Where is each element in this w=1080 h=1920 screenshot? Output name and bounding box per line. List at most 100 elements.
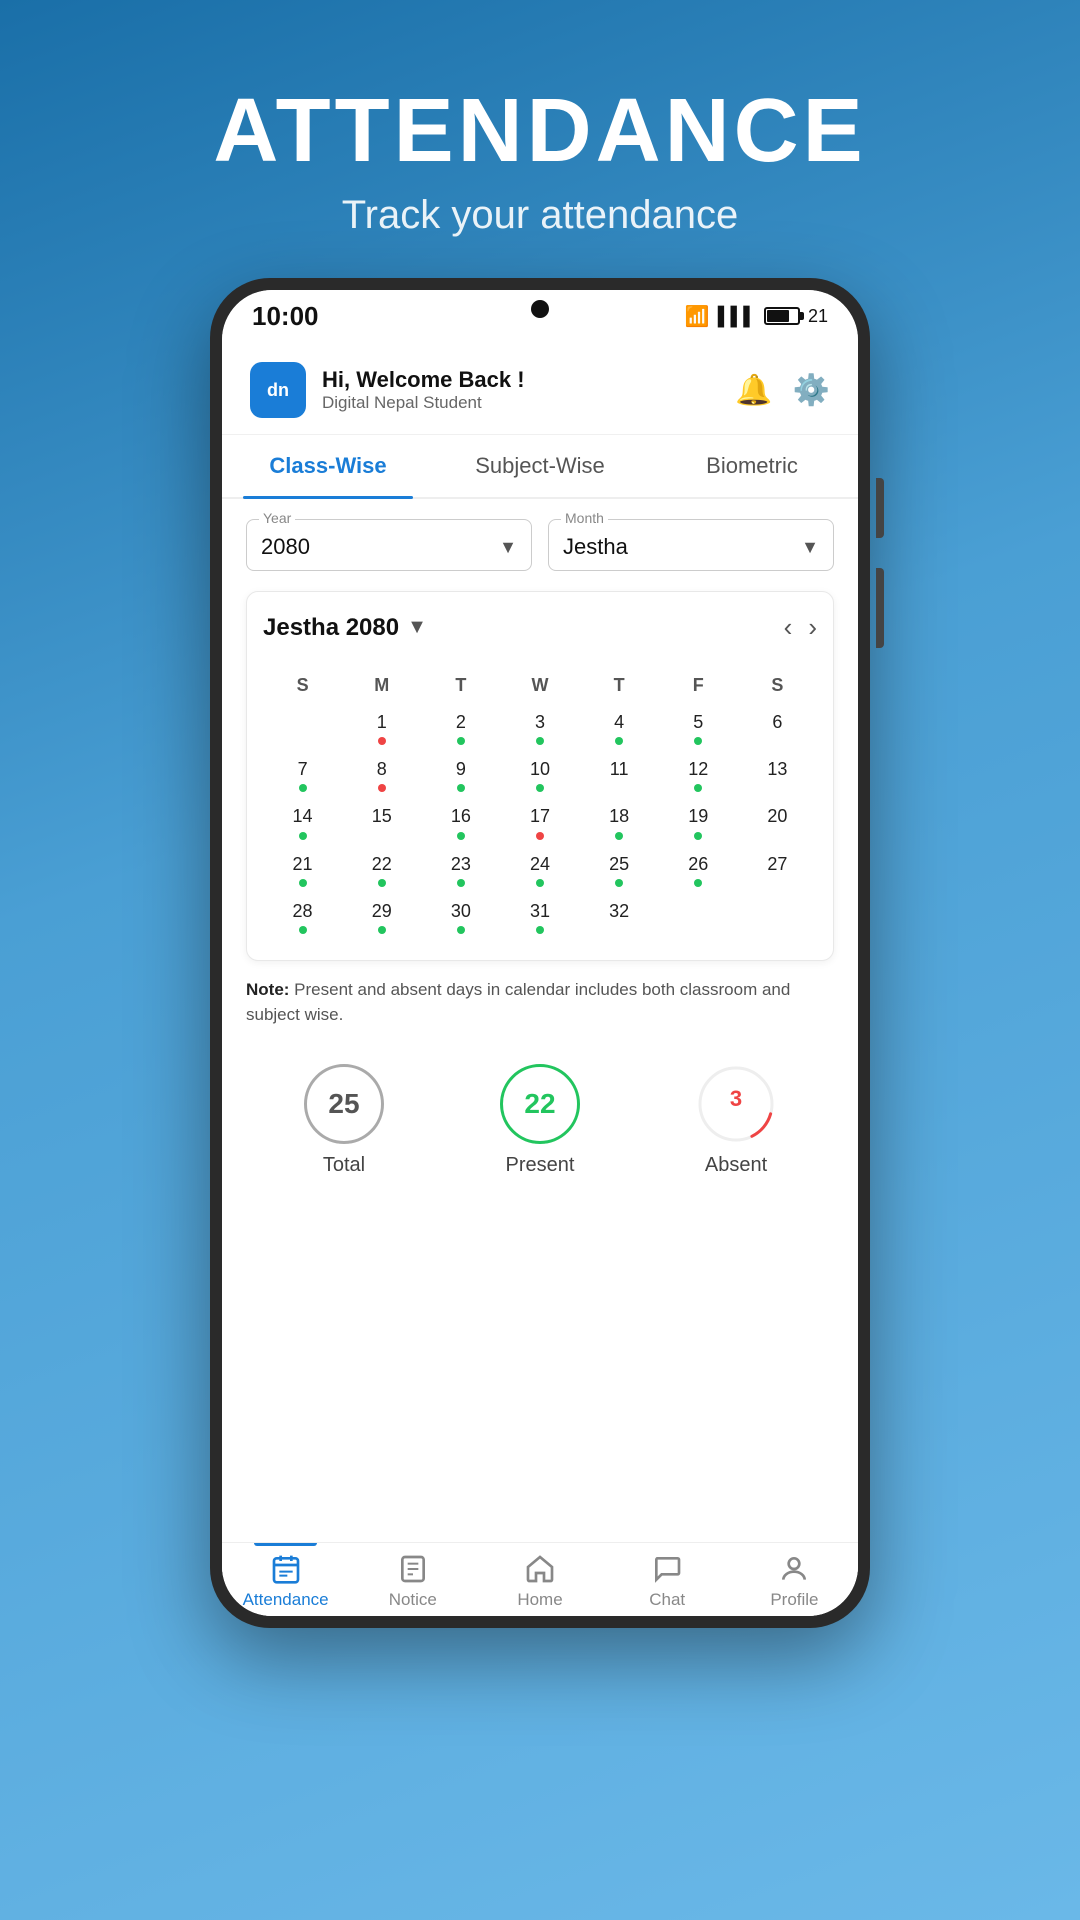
header-greeting: Hi, Welcome Back ! <box>322 367 525 393</box>
table-row[interactable]: 16 <box>421 798 500 845</box>
table-row <box>263 704 342 751</box>
nav-attendance[interactable]: Attendance <box>222 1553 349 1610</box>
nav-profile[interactable]: Profile <box>731 1553 858 1610</box>
table-row[interactable]: 5 <box>659 704 738 751</box>
table-row: 6 <box>738 704 817 751</box>
table-row[interactable]: 21 <box>263 846 342 893</box>
calendar-prev-button[interactable]: ‹ <box>784 612 793 643</box>
dropdowns-row: Year 2080 ▼ Month Jestha ▼ <box>246 519 834 571</box>
table-row[interactable]: 17 <box>500 798 579 845</box>
home-icon <box>524 1553 556 1585</box>
page-subtitle: Track your attendance <box>213 193 866 238</box>
calendar-next-button[interactable]: › <box>808 612 817 643</box>
table-row[interactable]: 31 <box>500 893 579 940</box>
table-row: 32 <box>580 893 659 940</box>
table-row[interactable]: 28 <box>263 893 342 940</box>
month-value: Jestha ▼ <box>563 534 819 560</box>
calendar-grid: S M T W T F S 1 2 3 4 <box>263 667 817 940</box>
table-row[interactable]: 19 <box>659 798 738 845</box>
table-row[interactable]: 9 <box>421 751 500 798</box>
total-value: 25 <box>328 1088 359 1120</box>
month-dropdown[interactable]: Month Jestha ▼ <box>548 519 834 571</box>
stats-row: 25 Total 22 Present <box>246 1048 834 1193</box>
bottom-nav: Attendance Notice <box>222 1542 858 1616</box>
year-dropdown[interactable]: Year 2080 ▼ <box>246 519 532 571</box>
table-row[interactable]: 2 <box>421 704 500 751</box>
phone-shell: 10:00 📶 ▌▌▌ 21 dn <box>210 278 870 1628</box>
tab-subject-wise[interactable]: Subject-Wise <box>434 435 646 497</box>
attendance-icon <box>270 1553 302 1585</box>
note-prefix: Note: <box>246 980 289 999</box>
battery-icon <box>764 307 800 325</box>
table-row[interactable]: 23 <box>421 846 500 893</box>
cal-header-w: W <box>500 667 579 704</box>
logo-text: dn <box>267 380 289 401</box>
table-row[interactable]: 25 <box>580 846 659 893</box>
table-row[interactable]: 7 <box>263 751 342 798</box>
table-row <box>738 893 817 940</box>
nav-chat[interactable]: Chat <box>604 1553 731 1610</box>
total-circle: 25 <box>304 1064 384 1144</box>
notice-icon <box>397 1553 429 1585</box>
table-row[interactable]: 26 <box>659 846 738 893</box>
nav-notice-label: Notice <box>389 1590 437 1610</box>
table-row[interactable]: 8 <box>342 751 421 798</box>
nav-active-bar <box>254 1543 318 1546</box>
cal-header-m: M <box>342 667 421 704</box>
month-label: Month <box>561 510 608 526</box>
svg-text:3: 3 <box>730 1086 742 1111</box>
table-row: 27 <box>738 846 817 893</box>
stat-present: 22 Present <box>500 1064 580 1177</box>
scroll-area: Year 2080 ▼ Month Jestha ▼ <box>222 499 858 1542</box>
table-row[interactable]: 1 <box>342 704 421 751</box>
absent-label: Absent <box>705 1154 767 1177</box>
phone-side-button <box>876 478 884 538</box>
stat-total: 25 Total <box>304 1064 384 1177</box>
signal-icon: ▌▌▌ <box>718 306 756 327</box>
nav-attendance-label: Attendance <box>243 1590 329 1610</box>
table-row[interactable]: 14 <box>263 798 342 845</box>
tab-class-wise[interactable]: Class-Wise <box>222 435 434 497</box>
wifi-icon: 📶 <box>685 304 710 329</box>
table-row[interactable]: 12 <box>659 751 738 798</box>
year-label: Year <box>259 510 295 526</box>
settings-icon[interactable]: ⚙️ <box>793 373 830 408</box>
table-row[interactable]: 18 <box>580 798 659 845</box>
month-arrow-icon: ▼ <box>801 537 819 558</box>
nav-home[interactable]: Home <box>476 1553 603 1610</box>
nav-home-label: Home <box>517 1590 562 1610</box>
nav-profile-label: Profile <box>770 1590 818 1610</box>
table-row[interactable]: 22 <box>342 846 421 893</box>
absent-circle: 3 <box>696 1064 776 1144</box>
calendar-dropdown-icon[interactable]: ▼ <box>407 616 427 639</box>
table-row[interactable]: 4 <box>580 704 659 751</box>
cal-header-f: F <box>659 667 738 704</box>
page-header: ATTENDANCE Track your attendance <box>213 0 866 238</box>
table-row[interactable]: 29 <box>342 893 421 940</box>
header-actions: 🔔 ⚙️ <box>735 373 830 408</box>
phone-side-button2 <box>876 568 884 648</box>
app-content: dn Hi, Welcome Back ! Digital Nepal Stud… <box>222 342 858 1616</box>
tabs: Class-Wise Subject-Wise Biometric <box>222 435 858 499</box>
header-text: Hi, Welcome Back ! Digital Nepal Student <box>322 367 525 413</box>
year-arrow-icon: ▼ <box>499 537 517 558</box>
table-row[interactable]: 30 <box>421 893 500 940</box>
table-row[interactable]: 3 <box>500 704 579 751</box>
app-logo: dn <box>250 362 306 418</box>
nav-notice[interactable]: Notice <box>349 1553 476 1610</box>
tab-biometric[interactable]: Biometric <box>646 435 858 497</box>
table-row[interactable]: 24 <box>500 846 579 893</box>
note-text: Note: Present and absent days in calenda… <box>246 977 834 1028</box>
calendar-month-title: Jestha 2080 ▼ <box>263 614 427 642</box>
notification-icon[interactable]: 🔔 <box>735 373 772 408</box>
header-left: dn Hi, Welcome Back ! Digital Nepal Stud… <box>250 362 525 418</box>
cal-header-s2: S <box>738 667 817 704</box>
profile-icon <box>778 1553 810 1585</box>
calendar-header: Jestha 2080 ▼ ‹ › <box>263 612 817 643</box>
header-username: Digital Nepal Student <box>322 393 525 413</box>
chat-icon <box>651 1553 683 1585</box>
calendar-card: Jestha 2080 ▼ ‹ › S M T <box>246 591 834 961</box>
table-row[interactable]: 10 <box>500 751 579 798</box>
note-body: Present and absent days in calendar incl… <box>246 980 790 1025</box>
cal-header-s1: S <box>263 667 342 704</box>
